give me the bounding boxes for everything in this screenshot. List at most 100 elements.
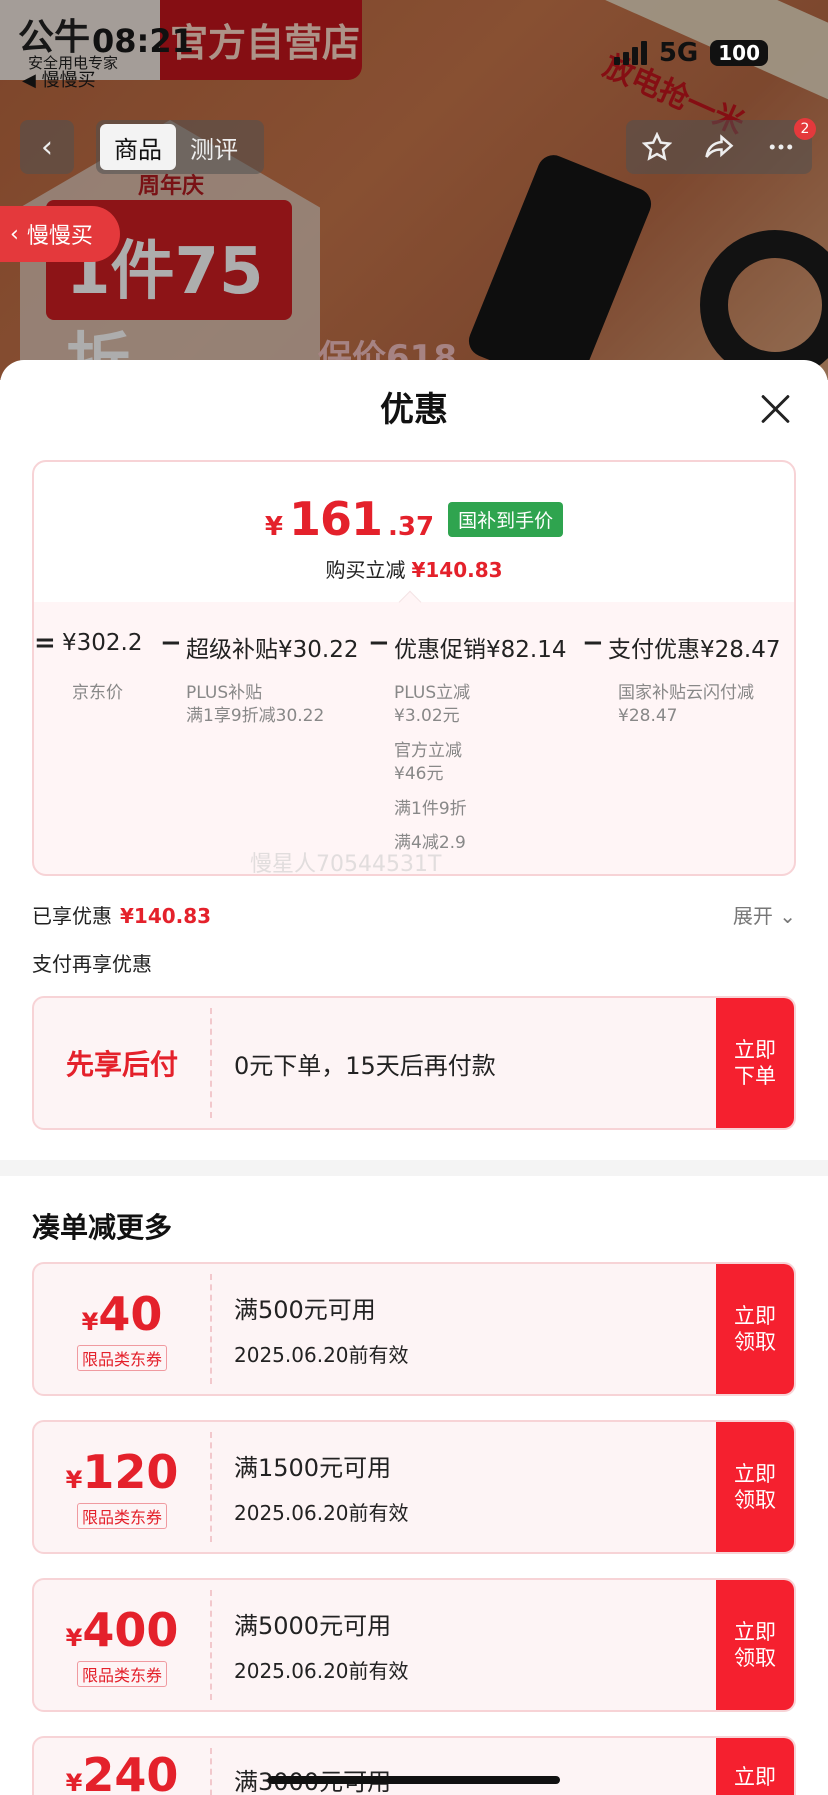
slow-buy-label: 慢慢买 — [26, 224, 93, 249]
coupon-card: ¥120 限品类东券 满1500元可用 2025.06.20前有效 立即领取 — [32, 1420, 796, 1554]
signal-icon — [613, 41, 647, 65]
promo-discount: 优惠促销¥82.14 — [394, 637, 567, 663]
coupon-value: 240 — [82, 1748, 179, 1795]
subsidy-tag: 国补到手价 — [448, 501, 564, 537]
jd-price: ¥302.2 — [62, 630, 143, 656]
tab-product[interactable]: 商品 — [100, 124, 176, 170]
battery-icon: 100 — [710, 40, 768, 66]
enjoyed-discount: 已享优惠 ¥140.83 — [32, 900, 211, 929]
bnpl-desc: 0元下单，15天后再付款 — [234, 1051, 496, 1080]
chevron-down-icon: ⌄ — [779, 904, 796, 928]
coupon-info: 满1500元可用 2025.06.20前有效 — [234, 1422, 714, 1552]
network-type: 5G — [658, 38, 699, 68]
expand-label: 展开 — [732, 904, 773, 928]
star-icon[interactable] — [642, 132, 672, 162]
coupon-amount-box: ¥240 — [34, 1738, 210, 1795]
watermark: 慢星人70544531T — [250, 852, 442, 877]
claim-coupon-button[interactable]: 立即领取 — [716, 1580, 794, 1710]
coupon-condition: 满1500元可用 — [234, 1454, 392, 1482]
home-indicator[interactable] — [268, 1776, 560, 1784]
coupon-divider — [210, 1432, 212, 1542]
status-indicators: 5G 100 — [613, 38, 768, 68]
back-to-app-link[interactable]: ◀ 慢慢买 — [22, 66, 96, 92]
coupon-amount: ¥400 — [66, 1603, 179, 1657]
promo-line: 官方立减 — [394, 741, 462, 761]
coupon-amount: ¥240 — [66, 1748, 179, 1795]
nav-tabs: 商品 测评 — [96, 120, 264, 174]
bnpl-title-box: 先享后付 — [34, 998, 210, 1128]
order-now-button[interactable]: 立即下单 — [716, 998, 794, 1128]
pointer-triangle — [398, 590, 422, 614]
coupon-condition: 满5000元可用 — [234, 1612, 392, 1640]
reduce-value: ¥140.83 — [411, 558, 503, 582]
bnpl-title: 先享后付 — [65, 1048, 178, 1081]
section-divider — [0, 1160, 828, 1176]
coupon-limit-tag: 限品类东券 — [76, 1661, 167, 1687]
coupon-info: 满3000元可用 — [234, 1738, 714, 1795]
claim-coupon-button[interactable]: 立即领取 — [716, 1422, 794, 1552]
coupon-currency: ¥ — [81, 1308, 99, 1336]
coupon-date: 2025.06.20前有效 — [234, 1659, 409, 1683]
promo-line: 满1件9折 — [394, 799, 467, 819]
coupon-value: 400 — [82, 1603, 179, 1657]
share-icon[interactable] — [704, 132, 734, 162]
close-icon[interactable] — [760, 394, 790, 424]
reduce-label: 购买立减 — [325, 558, 406, 582]
price-currency: ¥ — [264, 512, 283, 542]
back-button[interactable]: ‹ — [20, 120, 74, 174]
coupon-info: 满500元可用 2025.06.20前有效 — [234, 1264, 714, 1394]
instant-reduction: 购买立减 ¥140.83 — [34, 554, 794, 583]
pay-more-label: 支付再享优惠 — [32, 952, 152, 976]
bnpl-card: 先享后付 0元下单，15天后再付款 立即下单 — [32, 996, 796, 1130]
promo-line: PLUS立减 — [394, 683, 471, 703]
combine-title: 凑单减更多 — [32, 1211, 173, 1244]
chevron-left-icon: ‹ — [10, 221, 19, 247]
minus-sign: − — [582, 628, 604, 658]
price-breakdown-card: ¥ 161 .37 国补到手价 购买立减 ¥140.83 = ¥302.2 − 超… — [32, 460, 796, 876]
pay-detail: ¥28.47 — [618, 706, 678, 726]
plus-subsidy-caption: PLUS补贴 — [186, 683, 263, 703]
pay-caption: 国家补贴云闪付减 — [618, 683, 754, 703]
coupon-amount-box: ¥400 限品类东券 — [34, 1580, 210, 1710]
coupon-currency: ¥ — [65, 1624, 83, 1652]
coupon-card: ¥400 限品类东券 满5000元可用 2025.06.20前有效 立即领取 — [32, 1578, 796, 1712]
coupon-limit-tag: 限品类东券 — [76, 1503, 167, 1529]
pay-discount: 支付优惠¥28.47 — [608, 637, 781, 663]
coupon-date: 2025.06.20前有效 — [234, 1343, 409, 1367]
more-icon[interactable] — [766, 132, 796, 162]
nav-actions — [626, 120, 812, 174]
equals-sign: = — [34, 628, 56, 658]
minus-sign: − — [368, 628, 390, 658]
coupon-currency: ¥ — [65, 1466, 83, 1494]
more-badge: 2 — [794, 118, 816, 140]
coupon-date: 2025.06.20前有效 — [234, 1501, 409, 1525]
price-formula: = ¥302.2 − 超级补贴¥30.22 − 优惠促销¥82.14 − 支付优… — [34, 628, 798, 670]
promo-line: ¥46元 — [394, 764, 444, 784]
coupon-amount: ¥120 — [66, 1445, 179, 1499]
coupon-value: 120 — [82, 1445, 179, 1499]
coupon-currency: ¥ — [65, 1769, 83, 1795]
claim-coupon-button[interactable]: 立即 — [716, 1738, 794, 1795]
price-decimal: .37 — [388, 512, 435, 542]
sheet-title: 优惠 — [380, 390, 448, 430]
status-time: 08:21 — [92, 22, 194, 60]
plus-subsidy-detail: 满1享9折减30.22 — [186, 706, 325, 726]
coupon-condition: 满500元可用 — [234, 1296, 376, 1324]
slow-buy-button[interactable]: ‹ 慢慢买 — [0, 206, 120, 262]
coupon-card: ¥40 限品类东券 满500元可用 2025.06.20前有效 立即领取 — [32, 1262, 796, 1396]
enjoyed-label: 已享优惠 — [32, 904, 112, 928]
coupon-amount-box: ¥40 限品类东券 — [34, 1264, 210, 1394]
coupon-info: 满5000元可用 2025.06.20前有效 — [234, 1580, 714, 1710]
chevron-left-icon: ‹ — [41, 129, 53, 165]
tab-review[interactable]: 测评 — [176, 124, 252, 170]
expand-button[interactable]: 展开 ⌄ — [733, 900, 796, 929]
promo-line: ¥3.02元 — [394, 706, 460, 726]
coupon-divider — [210, 1748, 212, 1795]
coupon-amount: ¥40 — [82, 1287, 163, 1341]
claim-coupon-button[interactable]: 立即领取 — [716, 1264, 794, 1394]
coupon-amount-box: ¥120 限品类东券 — [34, 1422, 210, 1552]
coupon-card: ¥240 满3000元可用 立即 — [32, 1736, 796, 1795]
final-price: ¥ 161 .37 国补到手价 — [34, 492, 794, 546]
coupon-value: 40 — [98, 1287, 163, 1341]
coupon-divider — [210, 1590, 212, 1700]
